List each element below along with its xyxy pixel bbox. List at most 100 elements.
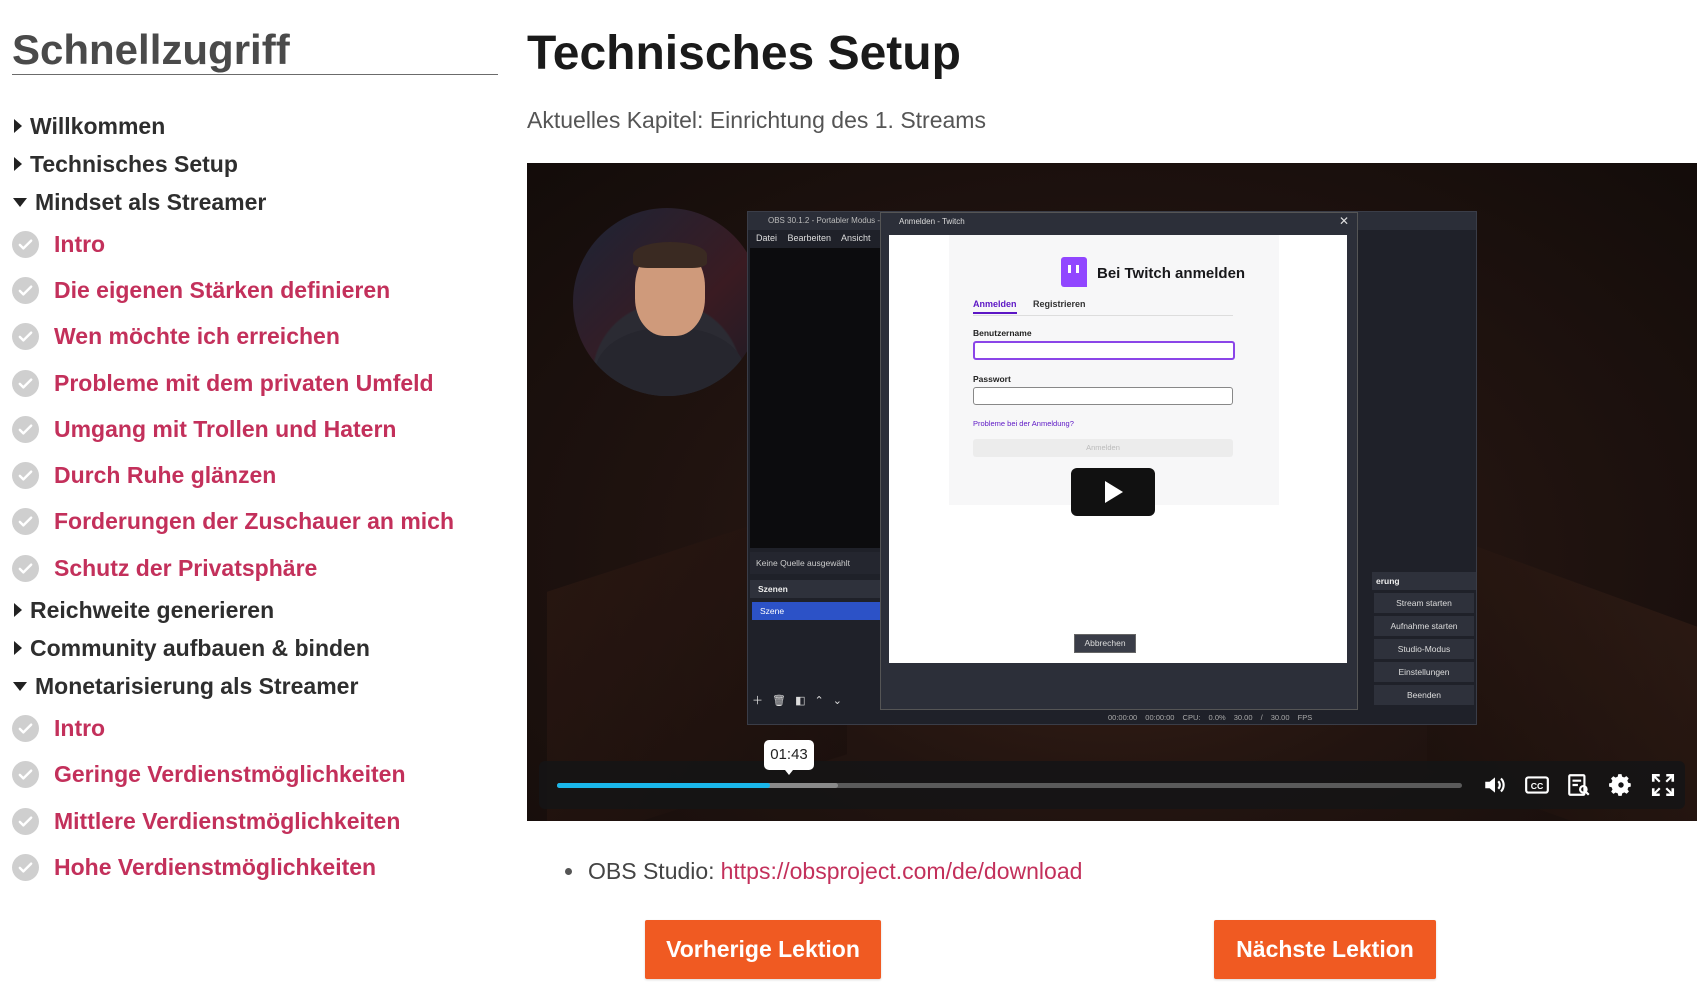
tab-login: Anmelden (973, 299, 1017, 314)
completed-check-icon (12, 807, 39, 835)
twitch-logo-icon (1061, 257, 1087, 287)
caret-right-icon (14, 641, 22, 656)
obs-scene-tools: ＋ 🗑 ◧ ⌃ ⌄ (752, 695, 843, 707)
play-button[interactable] (1071, 468, 1155, 516)
lesson-label: Intro (54, 230, 106, 257)
lesson-link[interactable]: Durch Ruhe glänzen (12, 452, 498, 498)
sidebar-section: Community aufbauen & binden (12, 629, 498, 667)
resource-item: OBS Studio: https://obsproject.com/de/do… (565, 858, 1082, 885)
volume-icon[interactable] (1481, 771, 1509, 799)
obs-scenes-header: Szenen (750, 580, 900, 598)
lesson-link[interactable]: Die eigenen Stärken definieren (12, 267, 498, 313)
lesson-label: Die eigenen Stärken definieren (54, 276, 391, 303)
sidebar-section-label: Mindset als Streamer (35, 188, 267, 215)
previous-lesson-button[interactable]: Vorherige Lektion (645, 920, 881, 979)
login-panel: Bei Twitch anmelden Anmelden Registriere… (889, 235, 1347, 663)
sidebar-section-label: Monetarisierung als Streamer (35, 672, 359, 699)
trouble-link: Probleme bei der Anmeldung? (973, 419, 1074, 428)
lesson-link[interactable]: Intro (12, 221, 498, 267)
obs-source-status: Keine Quelle ausgewählt (750, 552, 898, 574)
completed-check-icon (12, 323, 39, 351)
password-field (973, 387, 1233, 405)
progress-bar[interactable] (557, 783, 1462, 788)
sidebar-section-toggle[interactable]: Community aufbauen & binden (12, 629, 498, 667)
webcam-overlay (573, 208, 761, 396)
completed-check-icon (12, 715, 39, 743)
next-lesson-button[interactable]: Nächste Lektion (1214, 920, 1436, 979)
completed-check-icon (12, 508, 39, 536)
completed-check-icon (12, 554, 39, 582)
svg-text:CC: CC (1531, 781, 1544, 791)
sidebar-section-label: Reichweite generieren (30, 596, 275, 623)
sidebar: Schnellzugriff Willkommen Technisches Set… (12, 0, 498, 891)
lesson-link[interactable]: Forderungen der Zuschauer an mich (12, 499, 498, 545)
caret-right-icon (14, 119, 22, 133)
completed-check-icon (12, 853, 39, 881)
lesson-link[interactable]: Mittlere Verdienstmöglichkeiten (12, 798, 498, 844)
caret-down-icon (13, 681, 27, 691)
obs-statusbar: 00:00:00 00:00:00 CPU: 0.0% 30.00 / 30.0… (1108, 713, 1313, 722)
lesson-link[interactable]: Wen möchte ich erreichen (12, 314, 498, 360)
transcript-icon[interactable] (1565, 771, 1593, 799)
obs-controls-header: erung (1372, 572, 1476, 590)
fullscreen-icon[interactable] (1649, 771, 1677, 799)
close-icon: ✕ (1338, 214, 1349, 228)
course-navigation: Willkommen Technisches Setup Mindset als S… (12, 107, 498, 891)
current-chapter: Aktuelles Kapitel: Einrichtung des 1. St… (527, 107, 986, 133)
caret-right-icon (14, 157, 22, 171)
sidebar-section-toggle[interactable]: Willkommen (12, 107, 498, 145)
login-button: Anmelden (973, 439, 1233, 457)
obs-download-link[interactable]: https://obsproject.com/de/download (721, 858, 1083, 885)
twitch-login-dialog: Anmelden - Twitch ✕ Bei Twitch anmelden … (880, 212, 1358, 710)
obs-control: Studio-Modus (1374, 639, 1474, 659)
lesson-label: Geringe Verdienstmöglichkeiten (54, 761, 406, 788)
lesson-label: Wen möchte ich erreichen (54, 323, 340, 350)
resource-label: OBS Studio: (588, 858, 715, 884)
dialog-title: Anmelden - Twitch (899, 217, 965, 226)
obs-control: Beenden (1374, 685, 1474, 705)
lesson-link[interactable]: Geringe Verdienstmöglichkeiten (12, 752, 498, 798)
sidebar-section-toggle[interactable]: Mindset als Streamer (12, 183, 498, 221)
lesson-link[interactable]: Schutz der Privatsphäre (12, 545, 498, 591)
sidebar-section: Technisches Setup (12, 145, 498, 183)
lesson-label: Umgang mit Trollen und Hatern (54, 415, 397, 442)
obs-controls: erung Stream starten Aufnahme starten St… (1372, 572, 1476, 708)
lesson-link[interactable]: Hohe Verdienstmöglichkeiten (12, 844, 498, 890)
bullet-icon (565, 868, 572, 875)
lesson-link[interactable]: Umgang mit Trollen und Hatern (12, 406, 498, 452)
video-controls: CC (539, 761, 1685, 809)
sidebar-section: Monetarisierung als Streamer Intro Geringe… (12, 667, 498, 890)
lesson-label: Schutz der Privatsphäre (54, 554, 318, 581)
lesson-link[interactable]: Probleme mit dem privaten Umfeld (12, 360, 498, 406)
lesson-label: Hohe Verdienstmöglichkeiten (54, 853, 377, 880)
lesson-link[interactable]: Intro (12, 705, 498, 751)
sidebar-section-label: Community aufbauen & binden (30, 634, 370, 661)
captions-icon[interactable]: CC (1523, 771, 1551, 799)
sidebar-section: Mindset als Streamer Intro Die eigenen Stä… (12, 183, 498, 591)
video-player[interactable]: OBS 30.1.2 - Portabler Modus - Profil Da… (527, 163, 1697, 821)
lesson-label: Durch Ruhe glänzen (54, 462, 277, 489)
lesson-label: Probleme mit dem privaten Umfeld (54, 369, 434, 396)
obs-preview (750, 248, 892, 548)
page-title: Technisches Setup (527, 27, 961, 80)
settings-gear-icon[interactable] (1607, 771, 1635, 799)
login-card: Bei Twitch anmelden Anmelden Registriere… (949, 235, 1279, 505)
caret-right-icon (14, 603, 22, 618)
caret-down-icon (13, 197, 27, 207)
completed-check-icon (12, 230, 39, 258)
completed-check-icon (12, 415, 39, 443)
username-label: Benutzername (973, 328, 1032, 338)
sidebar-section-toggle[interactable]: Reichweite generieren (12, 591, 498, 629)
lesson-label: Forderungen der Zuschauer an mich (54, 508, 455, 535)
played-bar (557, 783, 770, 788)
tab-register: Registrieren (1033, 299, 1086, 309)
completed-check-icon (12, 369, 39, 397)
sidebar-section: Reichweite generieren (12, 591, 498, 629)
sidebar-section-toggle[interactable]: Monetarisierung als Streamer (12, 667, 498, 705)
password-label: Passwort (973, 374, 1011, 384)
sidebar-section-toggle[interactable]: Technisches Setup (12, 145, 498, 183)
obs-control: Aufnahme starten (1374, 616, 1474, 636)
sidebar-title: Schnellzugriff (12, 0, 498, 75)
time-tooltip: 01:43 (764, 740, 814, 775)
lesson-label: Mittlere Verdienstmöglichkeiten (54, 807, 401, 834)
